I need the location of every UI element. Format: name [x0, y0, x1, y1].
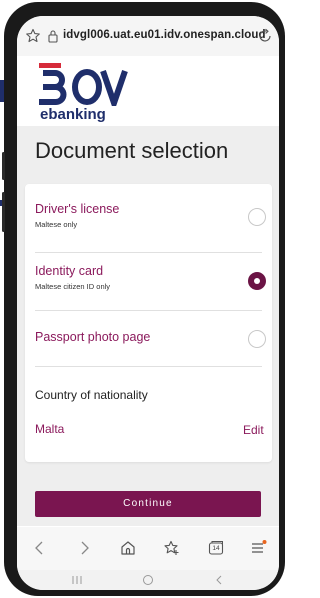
radio-identity-card[interactable] [248, 272, 266, 290]
recent-apps-icon[interactable] [71, 574, 83, 586]
logo-subtext: ebanking [40, 106, 106, 123]
home-icon[interactable] [119, 539, 137, 557]
option-identity-card[interactable]: Identity card Maltese citizen ID only [25, 252, 272, 308]
continue-button[interactable]: Continue [35, 491, 261, 517]
bookmark-icon[interactable] [163, 539, 181, 557]
reload-icon[interactable] [257, 28, 273, 44]
tabs-icon[interactable]: 14 [207, 539, 225, 557]
volume-button [2, 192, 5, 232]
url-text[interactable]: idvgl006.uat.eu01.idv.onespan.cloud [63, 29, 266, 41]
divider [35, 366, 262, 367]
lock-icon [48, 30, 58, 43]
forward-icon[interactable] [75, 539, 93, 557]
radio-drivers-license[interactable] [248, 208, 266, 226]
bookmark-star-icon[interactable] [25, 28, 41, 44]
browser-url-bar[interactable]: idvgl006.uat.eu01.idv.onespan.cloud [17, 16, 279, 56]
page-title: Document selection [35, 138, 229, 163]
radio-passport-photo-page[interactable] [248, 330, 266, 348]
edit-nationality-link[interactable]: Edit [243, 423, 264, 437]
tab-count: 14 [212, 545, 220, 552]
volume-button [2, 152, 5, 180]
system-back-icon[interactable] [213, 574, 225, 586]
site-header: ebanking [17, 56, 279, 126]
phone-frame: idvgl006.uat.eu01.idv.onespan.cloud eban… [2, 2, 285, 596]
nationality-label: Country of nationality [35, 388, 148, 402]
home-circle-icon[interactable] [142, 574, 154, 586]
menu-icon[interactable] [249, 539, 267, 557]
page-body: Document selection Driver's license Malt… [17, 126, 279, 526]
option-subtitle: Maltese citizen ID only [35, 282, 111, 291]
option-title: Passport photo page [35, 330, 151, 344]
nationality-value: Malta [35, 422, 65, 436]
option-title: Identity card [35, 264, 104, 278]
phone-screen: idvgl006.uat.eu01.idv.onespan.cloud eban… [17, 16, 279, 590]
bov-logo [39, 63, 128, 106]
option-title: Driver's license [35, 202, 120, 216]
option-drivers-license[interactable]: Driver's license Maltese only [25, 184, 272, 240]
radio-selected-dot [254, 278, 260, 284]
system-navigation-bar [17, 570, 279, 590]
browser-toolbar: 14 [17, 527, 279, 570]
option-passport-photo-page[interactable]: Passport photo page [25, 310, 272, 366]
option-subtitle: Maltese only [35, 220, 78, 229]
back-icon[interactable] [31, 539, 49, 557]
document-selection-card: Driver's license Maltese only Identity c… [25, 184, 272, 462]
